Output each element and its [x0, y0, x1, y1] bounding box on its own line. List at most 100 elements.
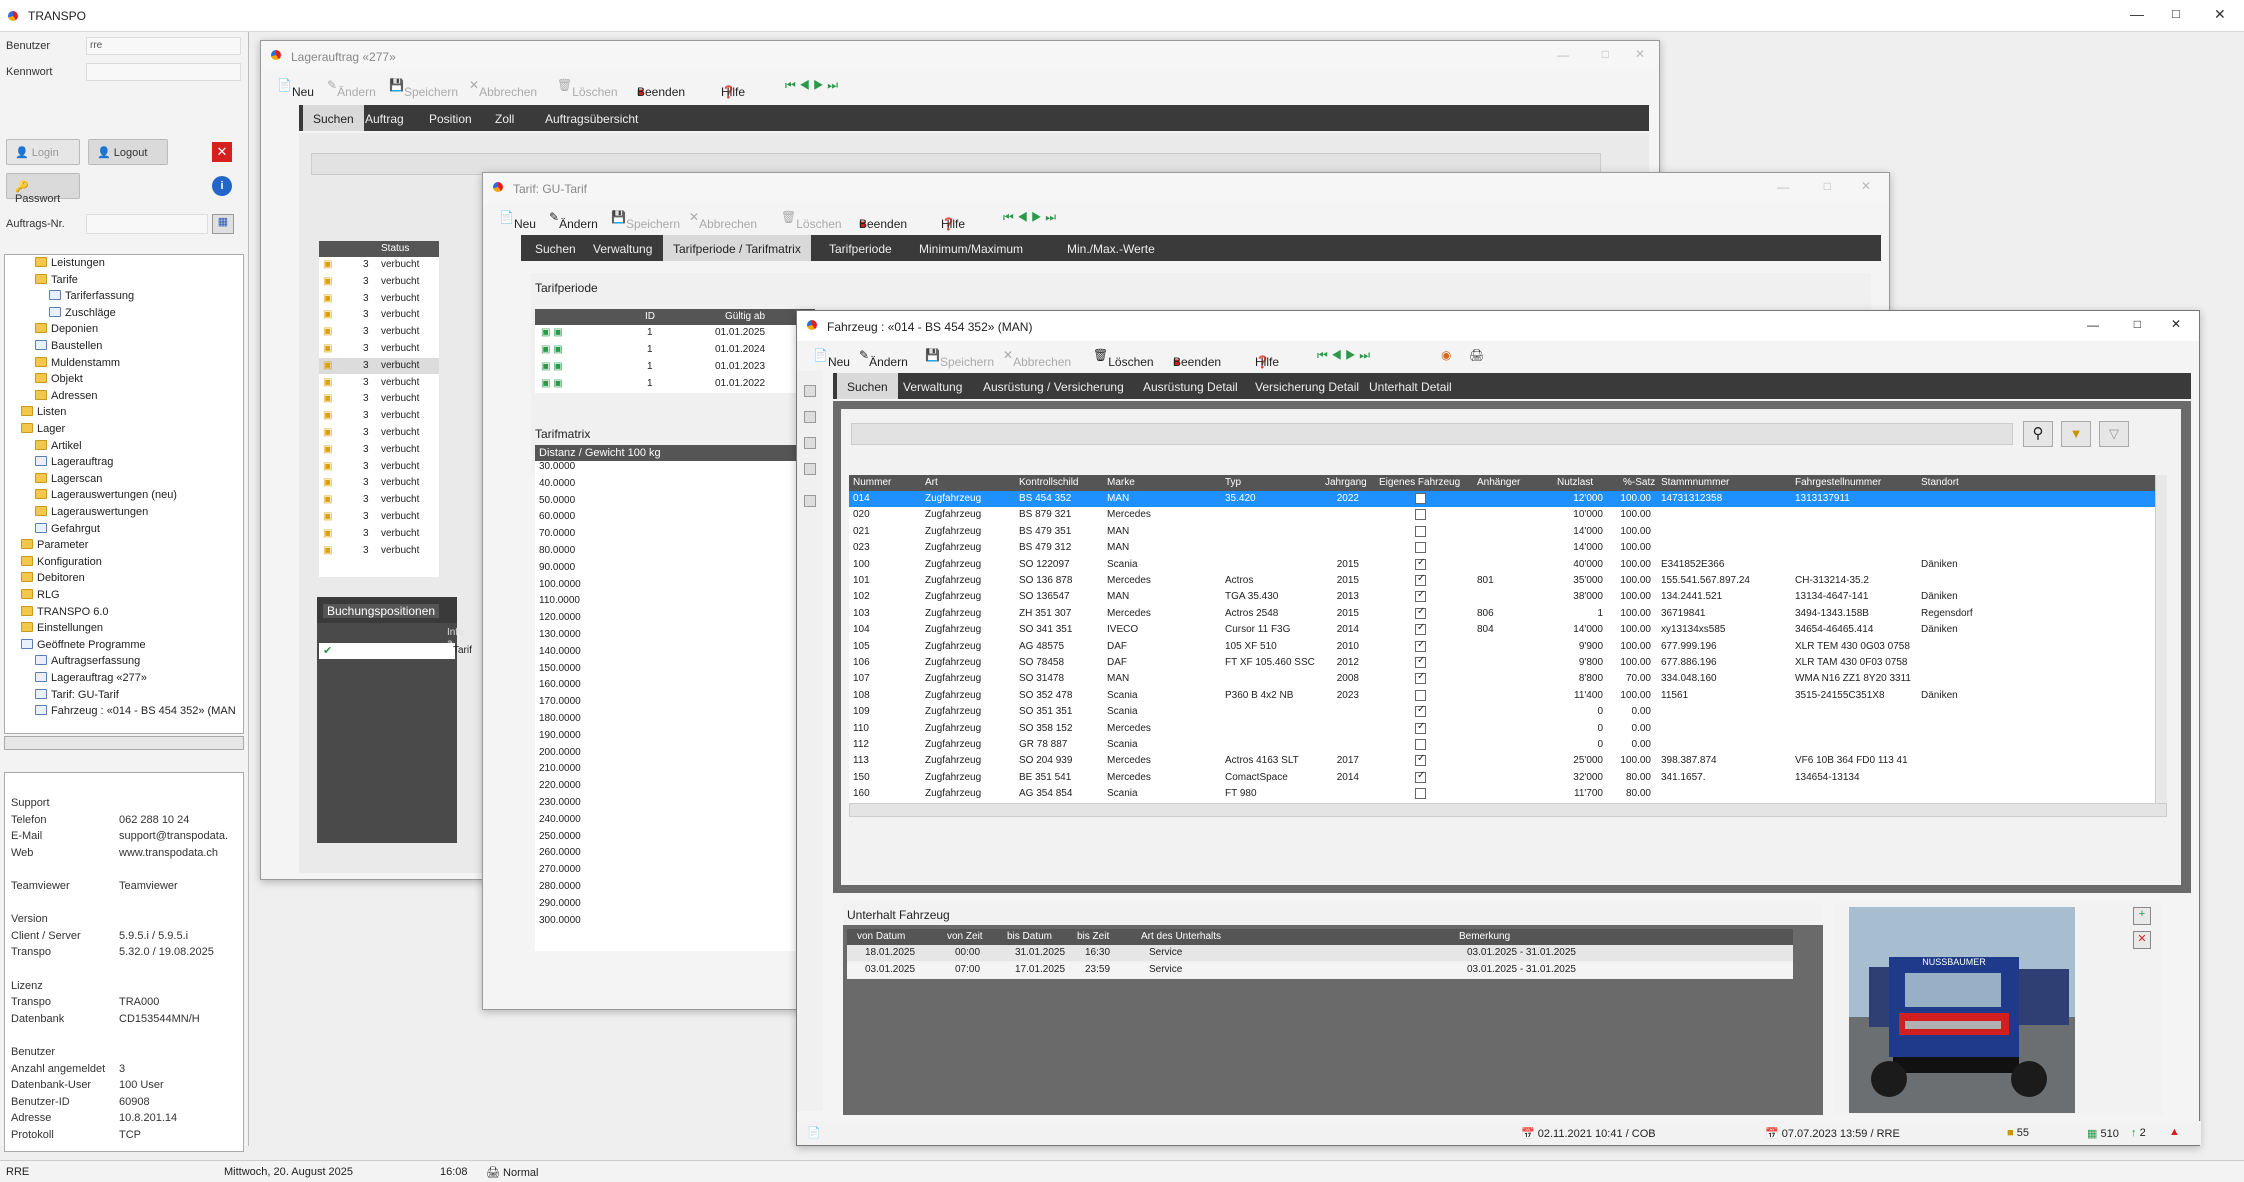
photo-delete-icon[interactable]: ✕ [2133, 931, 2151, 949]
minimize-icon[interactable]: — [2130, 6, 2144, 22]
win1-tab-4[interactable]: Auftragsübersicht [535, 105, 648, 131]
win3-col-header[interactable]: %-Satz [1623, 477, 1655, 488]
win2-minimize-icon[interactable]: — [1777, 180, 1789, 194]
user-field[interactable]: rre [86, 37, 241, 55]
vehicle-row[interactable]: 023 Zugfahrzeug BS 479 312 MAN 14'000 100.00 [849, 540, 2155, 556]
matrix-row[interactable]: 290.0000 [539, 898, 809, 914]
vehicle-row[interactable]: 150 Zugfahrzeug BE 351 541 Mercedes ComactSp… [849, 770, 2155, 786]
period-row[interactable]: ▣ ▣ 1 01.01.2025 [535, 325, 815, 341]
tree-item[interactable]: Lagerauftrag «277» [35, 672, 147, 688]
matrix-row[interactable]: 120.0000 [539, 612, 809, 628]
matrix-row[interactable]: 220.0000 [539, 780, 809, 796]
vehicle-row[interactable]: 109 Zugfahrzeug SO 351 351 Scania 0 0.00 [849, 704, 2155, 720]
vehicle-row[interactable]: 104 Zugfahrzeug SO 341 351 IVECO Cursor 11 F… [849, 622, 2155, 638]
win3-col-header[interactable]: Marke [1107, 477, 1135, 488]
win2-cancel-button[interactable]: ✕ Abbrechen [689, 210, 757, 231]
win1-row[interactable]: ▣ 3 verbucht [319, 341, 439, 357]
win3-close-icon[interactable]: ✕ [2171, 317, 2181, 331]
win3-col-header[interactable]: Nummer [853, 477, 891, 488]
own-vehicle-checkbox[interactable] [1415, 557, 1426, 570]
win1-row[interactable]: ▣ 3 verbucht [319, 375, 439, 391]
own-vehicle-checkbox[interactable] [1415, 573, 1426, 586]
win2-tab-3[interactable]: Tarifperiode [819, 235, 902, 261]
maint-col-header[interactable]: bis Datum [1007, 931, 1052, 942]
vehicle-row[interactable]: 020 Zugfahrzeug BS 879 321 Mercedes 10'000 10… [849, 507, 2155, 523]
win1-row[interactable]: ▣ 3 verbucht [319, 391, 439, 407]
win3-cancel-button[interactable]: ✕ Abbrechen [1003, 348, 1071, 369]
win3-tab-5[interactable]: Unterhalt Detail [1359, 373, 1462, 399]
tree-item[interactable]: Lagerauftrag [35, 456, 113, 472]
matrix-row[interactable]: 100.0000 [539, 579, 809, 595]
win3-grid-hscrollbar[interactable] [849, 803, 2167, 817]
tree-hscrollbar[interactable] [4, 736, 244, 750]
matrix-row[interactable]: 150.0000 [539, 663, 809, 679]
win3-print-icon[interactable]: 🖨 [1469, 348, 1484, 362]
vehicle-row[interactable]: 112 Zugfahrzeug GR 78 887 Scania 0 0.00 [849, 737, 2155, 753]
logout-button[interactable]: 👤 Logout [88, 139, 168, 165]
tree-item[interactable]: Einstellungen [21, 622, 103, 638]
win1-row[interactable]: ▣ 3 verbucht [319, 408, 439, 424]
win2-save-button[interactable]: 💾 Speichern [611, 210, 680, 231]
matrix-row[interactable]: 50.0000 [539, 495, 809, 511]
period-row[interactable]: ▣ ▣ 1 01.01.2024 [535, 342, 815, 358]
win2-tab-1[interactable]: Verwaltung [583, 235, 662, 261]
win1-save-button[interactable]: 💾 Speichern [389, 78, 458, 99]
maximize-icon[interactable]: □ [2172, 6, 2180, 21]
matrix-row[interactable]: 230.0000 [539, 797, 809, 813]
win3-search-field[interactable] [851, 423, 2013, 445]
matrix-row[interactable]: 130.0000 [539, 629, 809, 645]
win3-tab-0[interactable]: Suchen [837, 373, 898, 399]
vehicle-row[interactable]: 100 Zugfahrzeug SO 122097 Scania 2015 40'000 1… [849, 557, 2155, 573]
tree-item[interactable]: Tariferfassung [49, 290, 134, 306]
period-row[interactable]: ▣ ▣ 1 01.01.2023 [535, 359, 815, 375]
own-vehicle-checkbox[interactable] [1415, 704, 1426, 718]
win3-col-header[interactable]: Art [925, 477, 938, 488]
win3-grid-vscrollbar[interactable] [2155, 475, 2167, 803]
win1-row[interactable]: ▣ 3 verbucht [319, 543, 439, 559]
win3-delete-button[interactable]: 🗑 Löschen [1093, 348, 1154, 369]
maint-row[interactable]: 03.01.2025 07:00 17.01.2025 23:59 Service 03.… [847, 962, 1793, 978]
win3-col-header[interactable]: Fahrgestellnummer [1795, 477, 1881, 488]
order-field[interactable] [86, 214, 208, 234]
matrix-row[interactable]: 260.0000 [539, 847, 809, 863]
own-vehicle-checkbox[interactable] [1415, 689, 1426, 701]
vehicle-row[interactable]: 101 Zugfahrzeug SO 136 878 Mercedes Actros 20… [849, 573, 2155, 589]
matrix-row[interactable]: 170.0000 [539, 696, 809, 712]
win2-tab-5[interactable]: Min./Max.-Werte [1057, 235, 1165, 261]
vehicle-row[interactable]: 110 Zugfahrzeug SO 358 152 Mercedes 0 0.00 [849, 721, 2155, 737]
own-vehicle-checkbox[interactable] [1415, 589, 1426, 603]
tree-item[interactable]: RLG [21, 589, 60, 605]
win1-row[interactable]: ▣ 3 verbucht [319, 459, 439, 475]
tree-item[interactable]: Leistungen [35, 257, 105, 273]
order-open-icon[interactable]: ▦ [212, 214, 234, 234]
clear-filter-icon[interactable]: ▽ [2099, 421, 2129, 447]
matrix-row[interactable]: 90.0000 [539, 562, 809, 578]
tree-item[interactable]: Tarife [35, 273, 78, 290]
tree-item[interactable]: Baustellen [35, 340, 102, 356]
win2-close-icon[interactable]: ✕ [1861, 179, 1871, 193]
own-vehicle-checkbox[interactable] [1415, 606, 1426, 619]
win3-save-button[interactable]: 💾 Speichern [925, 348, 994, 369]
tree-item[interactable]: Lagerscan [35, 472, 102, 489]
tree-item[interactable]: Debitoren [21, 572, 85, 588]
win1-record-nav-icons[interactable]: ⏮ ◀ ▶ ⏭ [785, 78, 838, 93]
win3-tab-3[interactable]: Ausrüstung Detail [1133, 373, 1248, 399]
win2-delete-button[interactable]: 🗑 Löschen [781, 210, 842, 231]
win1-row[interactable]: ▣ 3 verbucht [319, 324, 439, 340]
own-vehicle-checkbox[interactable] [1415, 493, 1426, 504]
win2-tab-0[interactable]: Suchen [525, 235, 586, 261]
win3-edit-button[interactable]: ✎ Ändern [859, 348, 908, 369]
password-button[interactable]: 🔑 Passwort [6, 173, 80, 205]
vehicle-row[interactable]: 106 Zugfahrzeug SO 78458 DAF FT XF 105.460 S… [849, 655, 2155, 671]
tree-item[interactable]: Parameter [21, 539, 88, 555]
win2-tab-2[interactable]: Tarifperiode / Tarifmatrix [663, 235, 811, 261]
tree-item[interactable]: Lagerauswertungen [35, 506, 148, 522]
win2-new-button[interactable]: 📄 Neu [499, 210, 536, 231]
vehicle-row[interactable]: 021 Zugfahrzeug BS 479 351 MAN 14'000 100.00 [849, 524, 2155, 540]
win1-row[interactable]: ▣ 3 verbucht [319, 442, 439, 458]
tree-item[interactable]: Lager [21, 423, 65, 439]
matrix-row[interactable]: 270.0000 [539, 864, 809, 880]
side-cancel-icon[interactable] [804, 463, 816, 475]
tree-item[interactable]: Objekt [35, 373, 83, 389]
win1-row[interactable]: ▣ 3 verbucht [319, 492, 439, 508]
